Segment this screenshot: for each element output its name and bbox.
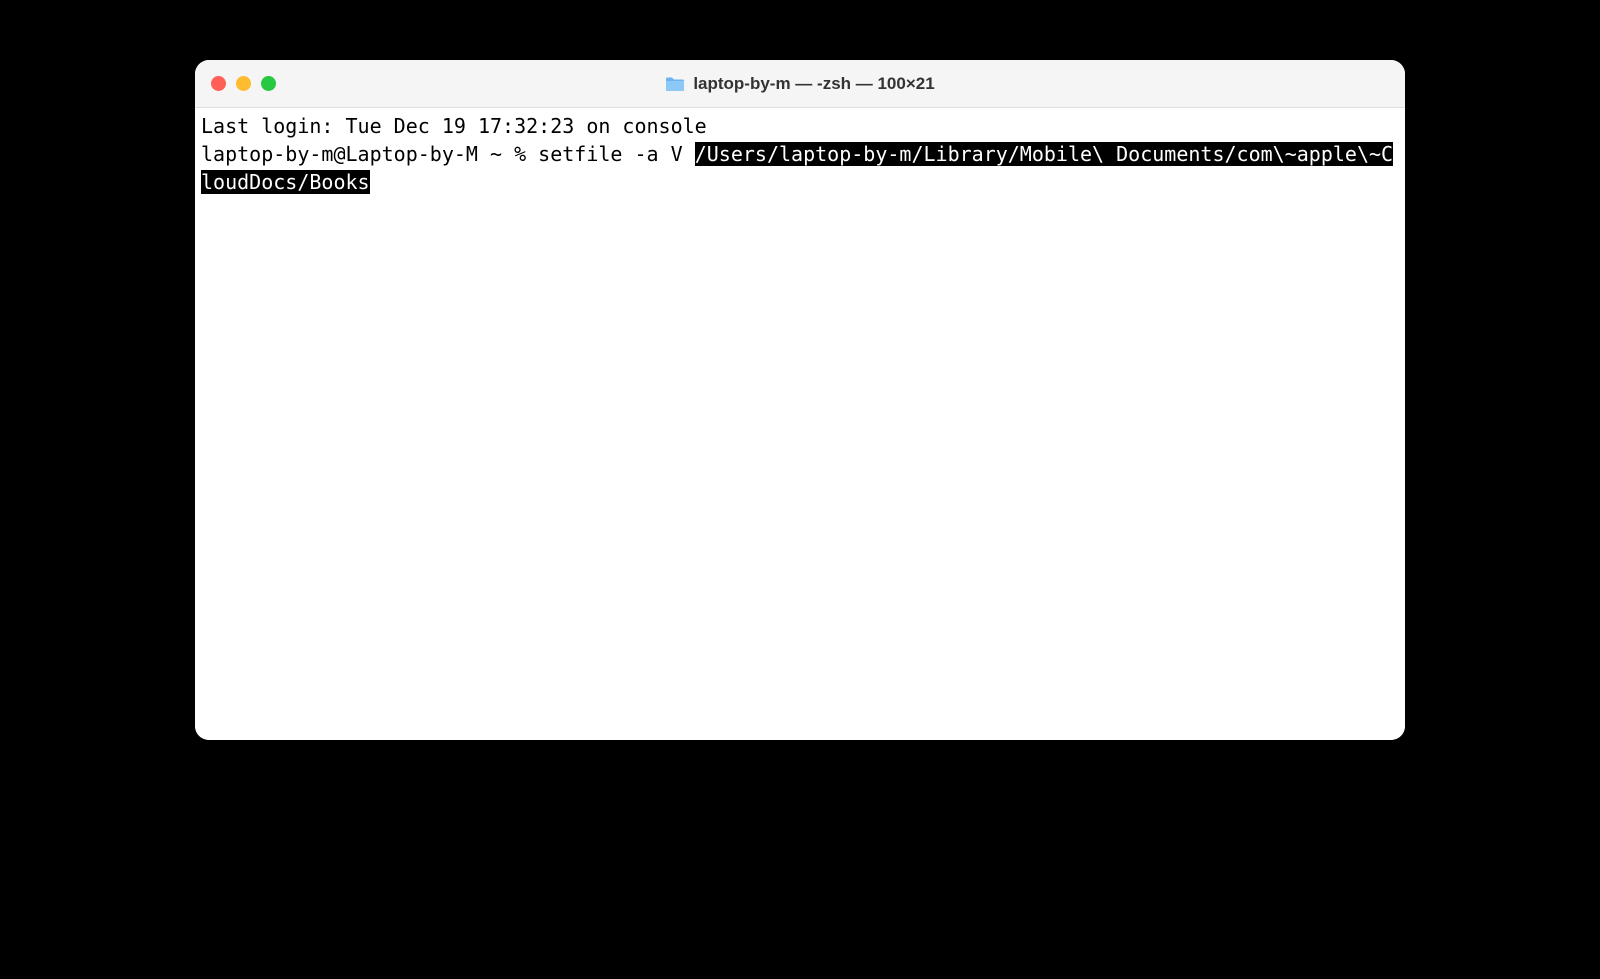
window-title: laptop-by-m — -zsh — 100×21 bbox=[693, 74, 934, 94]
command-text: setfile -a V bbox=[538, 142, 695, 166]
close-button[interactable] bbox=[211, 76, 226, 91]
maximize-button[interactable] bbox=[261, 76, 276, 91]
prompt: laptop-by-m@Laptop-by-M ~ % bbox=[201, 142, 538, 166]
last-login-line: Last login: Tue Dec 19 17:32:23 on conso… bbox=[201, 112, 1399, 140]
traffic-lights bbox=[211, 76, 276, 91]
terminal-window: laptop-by-m — -zsh — 100×21 Last login: … bbox=[195, 60, 1405, 740]
command-line[interactable]: laptop-by-m@Laptop-by-M ~ % setfile -a V… bbox=[201, 140, 1399, 196]
minimize-button[interactable] bbox=[236, 76, 251, 91]
title-bar[interactable]: laptop-by-m — -zsh — 100×21 bbox=[195, 60, 1405, 108]
folder-icon bbox=[665, 76, 685, 92]
terminal-body[interactable]: Last login: Tue Dec 19 17:32:23 on conso… bbox=[195, 108, 1405, 740]
window-title-container: laptop-by-m — -zsh — 100×21 bbox=[195, 74, 1405, 94]
